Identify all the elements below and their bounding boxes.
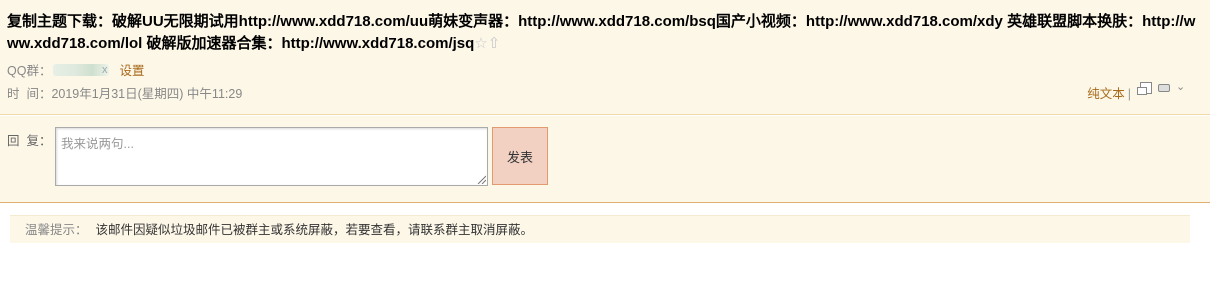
star-icon[interactable]: ☆ [474,35,487,52]
mail-tools: 纯文本 | ⌄ [1087,81,1188,102]
reply-input[interactable] [55,127,488,186]
time-value: 2019年1月31日(星期四) 中午11:29 [51,87,243,101]
tools-separator: | [1127,87,1131,101]
send-button[interactable]: 发表 [492,127,548,185]
notice-label: 温馨提示： [25,223,88,237]
mail-subject: 复制主题下载：破解UU无限期试用http://www.xdd718.com/uu… [7,11,1203,55]
settings-link[interactable]: 设置 [119,64,144,78]
print-icon[interactable] [1158,84,1170,92]
more-chevron-icon[interactable]: ⌄ [1176,79,1188,93]
reply-label: 回 复： [7,134,52,148]
qq-group-row: QQ群： x 设置 [7,63,144,79]
spam-notice: 温馨提示： 该邮件因疑似垃圾邮件已被群主或系统屏蔽，若要查看，请联系群主取消屏蔽。 [10,215,1190,243]
qq-group-label: QQ群： [7,64,52,78]
plain-text-link[interactable]: 纯文本 [1087,87,1125,101]
pin-icon[interactable]: ⇧ [488,35,501,52]
qq-group-name-blurred: x [53,64,110,76]
mail-header: 复制主题下载：破解UU无限期试用http://www.xdd718.com/uu… [0,0,1210,115]
subject-text: 复制主题下载：破解UU无限期试用http://www.xdd718.com/uu… [7,13,1196,52]
popout-icon[interactable] [1137,82,1152,95]
time-label: 时 间： [7,87,52,101]
reply-section: 回 复： 发表 [0,116,1210,203]
time-row: 时 间：2019年1月31日(星期四) 中午11:29 [7,86,242,102]
notice-text: 该邮件因疑似垃圾邮件已被群主或系统屏蔽，若要查看，请联系群主取消屏蔽。 [95,223,534,237]
